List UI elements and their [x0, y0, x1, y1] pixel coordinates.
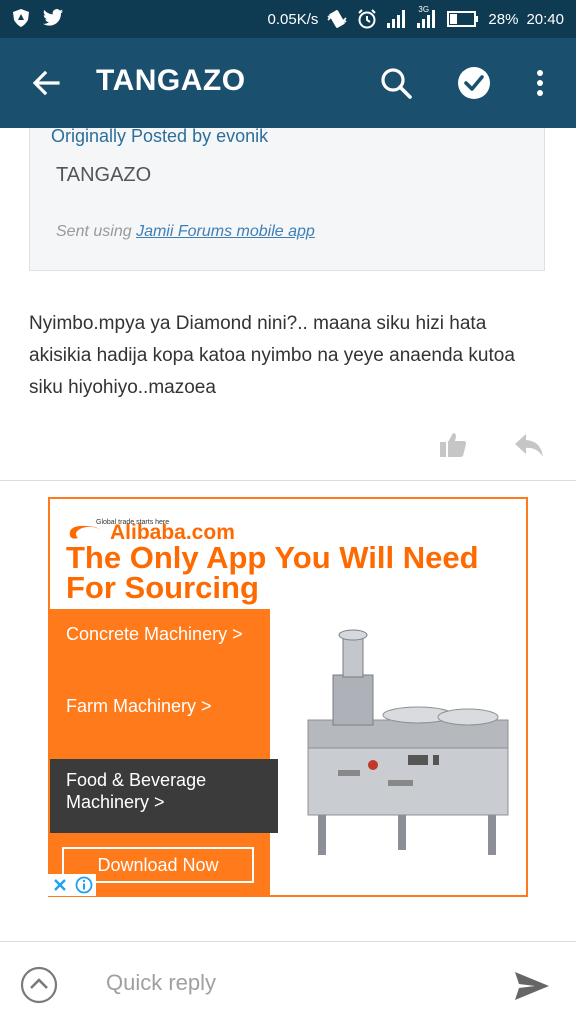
status-bar: 0.05K/s 3G 28% 20:40 [0, 0, 576, 38]
quote-author[interactable]: Originally Posted by evonik [51, 126, 268, 147]
divider [0, 941, 576, 942]
reply-icon[interactable] [513, 430, 545, 460]
close-icon[interactable] [48, 874, 72, 896]
shield-icon [10, 7, 32, 29]
battery-level: 28% [488, 10, 519, 28]
signal-icon [386, 8, 408, 30]
thumbs-up-icon[interactable] [438, 430, 468, 460]
post-body: Nyimbo.mpya ya Diamond nini?.. maana sik… [29, 313, 515, 398]
ad-controls [48, 874, 96, 896]
expand-up-icon[interactable] [20, 966, 58, 1004]
network-speed: 0.05K/s [267, 10, 319, 28]
clock: 20:40 [526, 10, 564, 28]
ad-item-farm[interactable]: Farm Machinery > [66, 696, 212, 717]
page-title: TANGAZO [96, 64, 246, 97]
check-circle-icon[interactable] [456, 65, 492, 101]
divider [0, 480, 576, 481]
battery-icon [446, 8, 480, 30]
network-type: 3G [418, 5, 430, 14]
more-vert-icon[interactable] [528, 65, 552, 101]
info-icon[interactable] [72, 874, 96, 896]
machine-image [278, 615, 520, 865]
quick-reply-input[interactable] [106, 970, 486, 996]
back-arrow-icon[interactable] [28, 65, 64, 101]
app-bar: TANGAZO [0, 38, 576, 128]
ad-item-food[interactable]: Food & Beverage Machinery > [66, 769, 256, 813]
ad-headline: The Only App You Will Need For Sourcing [66, 540, 479, 605]
twitter-icon [42, 7, 64, 29]
alarm-icon [356, 8, 378, 30]
app-link[interactable]: Jamii Forums mobile app [136, 223, 315, 240]
signal-3g-icon: 3G [416, 5, 438, 30]
search-icon[interactable] [378, 65, 414, 101]
quote-text: TANGAZO [56, 164, 152, 186]
ad-item-concrete[interactable]: Concrete Machinery > [66, 624, 243, 645]
sent-prefix: Sent using [56, 223, 137, 240]
quote-block: Originally Posted by evonik TANGAZO Sent… [29, 126, 545, 271]
sent-using-note: Sent using Jamii Forums mobile app [56, 223, 315, 241]
ad-tagline: Global trade starts here [96, 519, 170, 526]
vibrate-icon [326, 8, 348, 30]
send-icon[interactable] [513, 970, 551, 1002]
ad-banner[interactable]: Alibaba.com Global trade starts here The… [48, 497, 528, 897]
